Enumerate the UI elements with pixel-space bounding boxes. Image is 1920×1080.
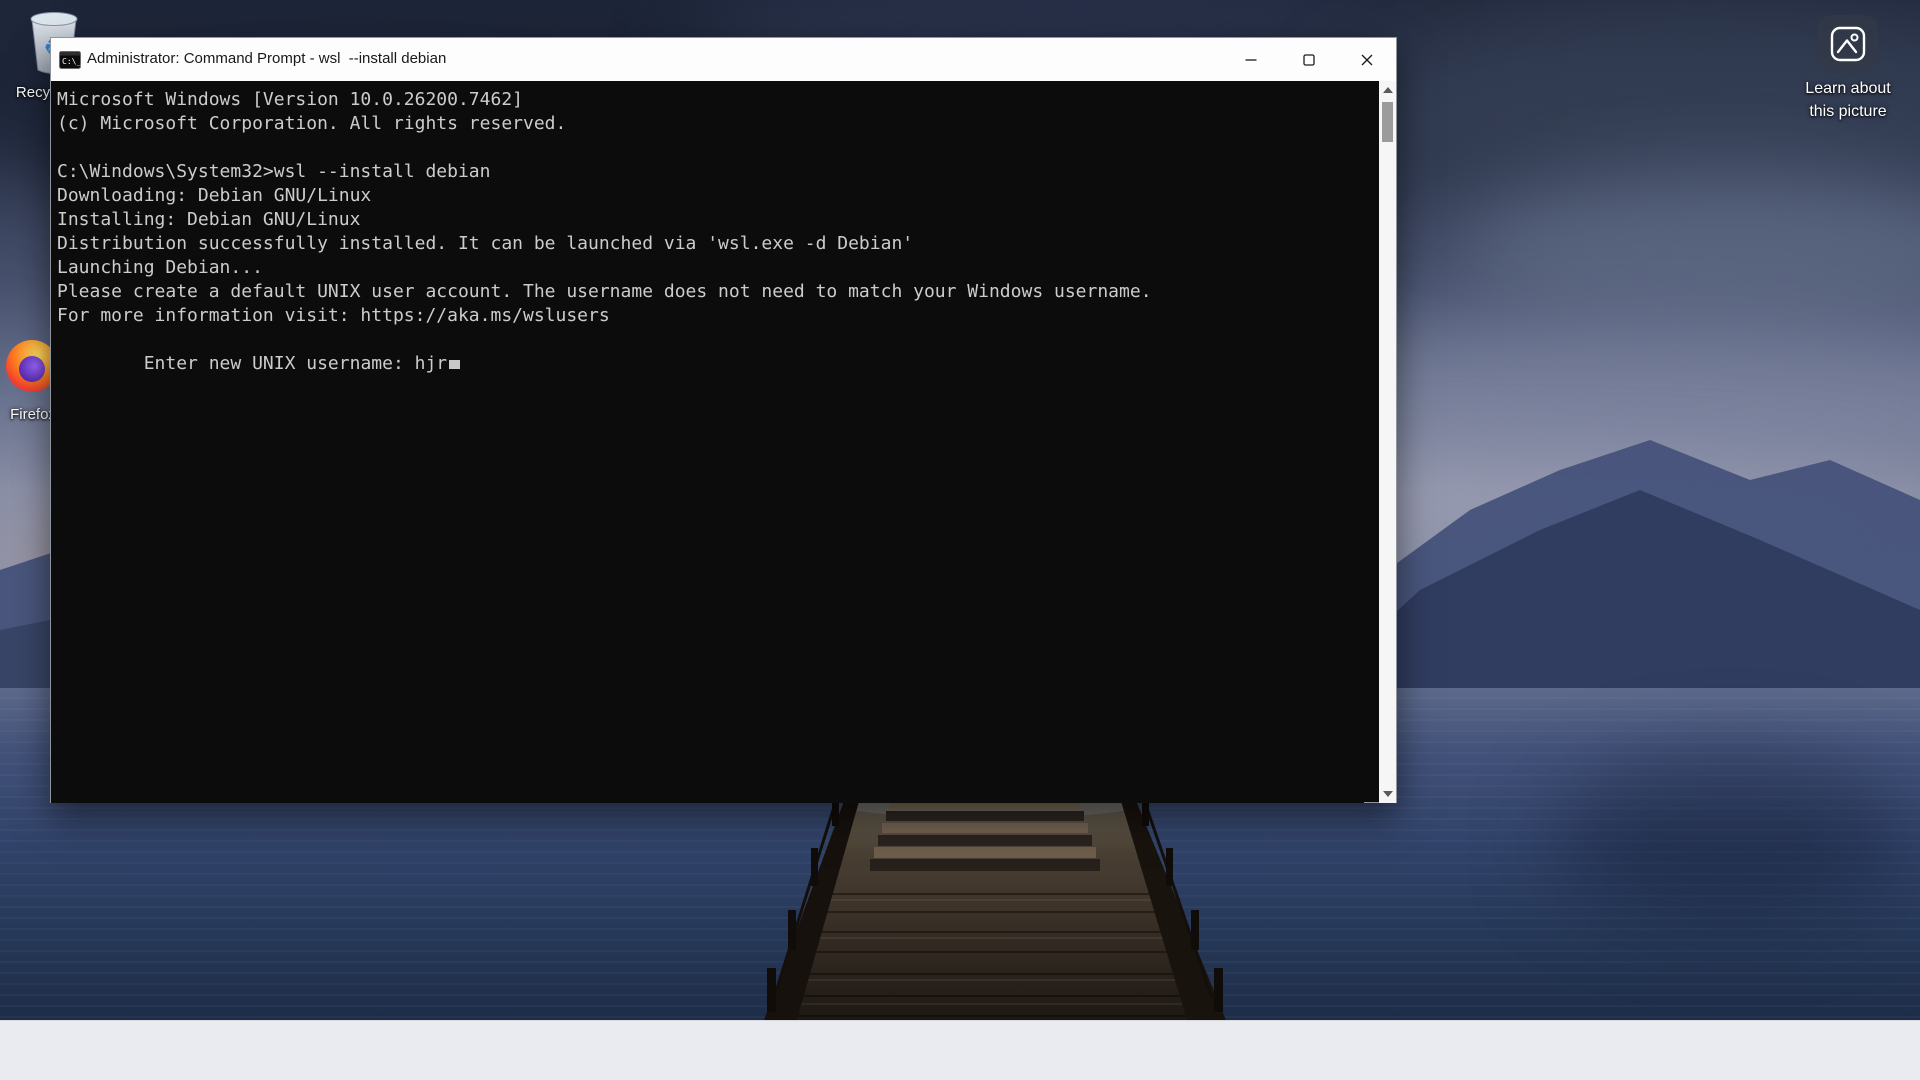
picture-icon	[1830, 26, 1866, 62]
scroll-down-icon[interactable]	[1383, 791, 1393, 797]
learn-about-label-line1: Learn about	[1805, 80, 1891, 97]
firefox-glyph	[19, 356, 45, 382]
terminal-line: Launching Debian...	[57, 257, 263, 278]
weather-widget[interactable]	[0, 1021, 190, 1080]
svg-text:C:\_: C:\_	[62, 57, 81, 66]
terminal-line: Installing: Debian GNU/Linux	[57, 209, 361, 230]
command-prompt-window: C:\_ Administrator: Command Prompt - wsl…	[50, 37, 1397, 803]
close-icon	[1361, 54, 1373, 65]
terminal-prompt-line: Enter new UNIX username: hjr	[57, 328, 1364, 374]
wallpaper-pier	[763, 787, 1227, 1023]
minimize-icon	[1245, 58, 1257, 61]
maximize-icon	[1303, 53, 1315, 66]
maximize-button[interactable]	[1280, 38, 1338, 81]
terminal-line: Microsoft Windows [Version 10.0.26200.74…	[57, 89, 523, 110]
terminal-line: C:\Windows\System32>wsl --install debian	[57, 161, 491, 182]
water-reflection	[1550, 760, 1910, 920]
minimize-button[interactable]	[1222, 38, 1280, 81]
terminal-cursor	[449, 360, 461, 369]
window-title: Administrator: Command Prompt - wsl --in…	[87, 50, 447, 67]
window-titlebar[interactable]: C:\_ Administrator: Command Prompt - wsl…	[51, 38, 1396, 81]
terminal-line: Distribution successfully installed. It …	[57, 233, 914, 254]
terminal-line: (c) Microsoft Corporation. All rights re…	[57, 113, 567, 134]
terminal-prompt-text: Enter new UNIX username: hjr	[143, 353, 448, 374]
terminal-line: For more information visit: https://aka.…	[57, 305, 610, 326]
learn-about-label-line2: this picture	[1809, 103, 1887, 120]
terminal-scrollbar[interactable]	[1379, 81, 1396, 803]
learn-about-picture-icon[interactable]	[1818, 15, 1878, 73]
taskbar: 1 11°C Cloudy Search	[0, 1020, 1920, 1080]
close-button[interactable]	[1338, 38, 1396, 81]
terminal-output[interactable]: Microsoft Windows [Version 10.0.26200.74…	[51, 81, 1364, 803]
terminal-line: Please create a default UNIX user accoun…	[57, 281, 1152, 302]
terminal-line: Downloading: Debian GNU/Linux	[57, 185, 372, 206]
scroll-up-icon[interactable]	[1383, 87, 1393, 93]
desktop: ♻ Recycle Bin Firefox Learn about this p…	[0, 0, 1920, 1080]
cmd-icon: C:\_	[59, 51, 81, 69]
scrollbar-thumb[interactable]	[1382, 102, 1393, 142]
